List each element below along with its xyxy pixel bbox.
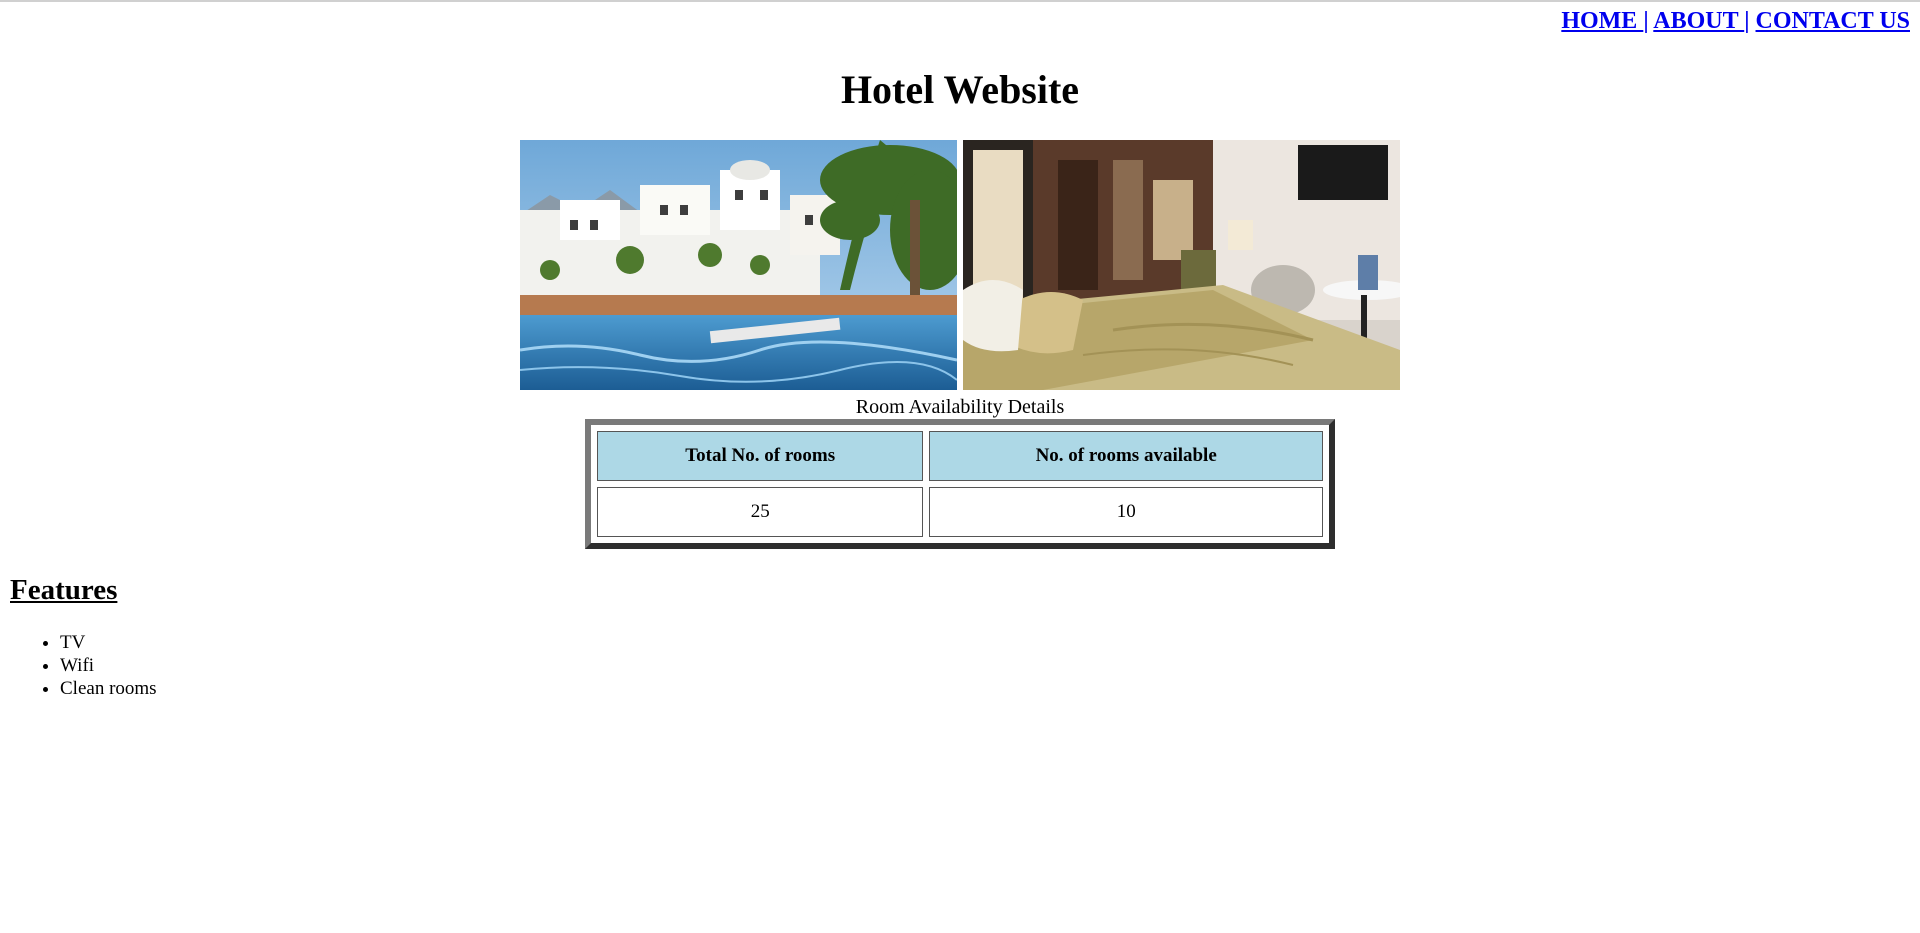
header-rooms-available: No. of rooms available	[929, 431, 1323, 481]
nav-separator: |	[1643, 8, 1649, 34]
page-title: Hotel Website	[840, 67, 1080, 112]
list-item: Clean rooms	[60, 677, 157, 700]
nav-about-link[interactable]: ABOUT	[1653, 8, 1744, 34]
room-availability-table: Total No. of rooms No. of rooms availabl…	[585, 419, 1335, 549]
features-list: TV Wifi Clean rooms	[20, 631, 157, 700]
table-caption: Room Availability Details	[855, 396, 1065, 418]
nav-home-link[interactable]: HOME	[1561, 8, 1643, 34]
table-header-row: Total No. of rooms No. of rooms availabl…	[597, 431, 1323, 481]
nav-contact-link[interactable]: CONTACT US	[1756, 8, 1910, 34]
table-row: 25 10	[597, 487, 1323, 537]
header-total-rooms: Total No. of rooms	[597, 431, 924, 481]
top-border	[0, 0, 1920, 2]
photo-gallery	[520, 140, 1400, 390]
list-item: Wifi	[60, 654, 157, 677]
cell-rooms-available: 10	[929, 487, 1323, 537]
hotel-bedroom-photo	[963, 140, 1400, 390]
list-item: TV	[60, 631, 157, 654]
top-nav: HOME | ABOUT | CONTACT US	[1561, 8, 1910, 35]
pool-resort-photo	[520, 140, 957, 390]
features-heading: Features	[10, 574, 118, 606]
nav-separator: |	[1744, 8, 1750, 34]
cell-total-rooms: 25	[597, 487, 924, 537]
